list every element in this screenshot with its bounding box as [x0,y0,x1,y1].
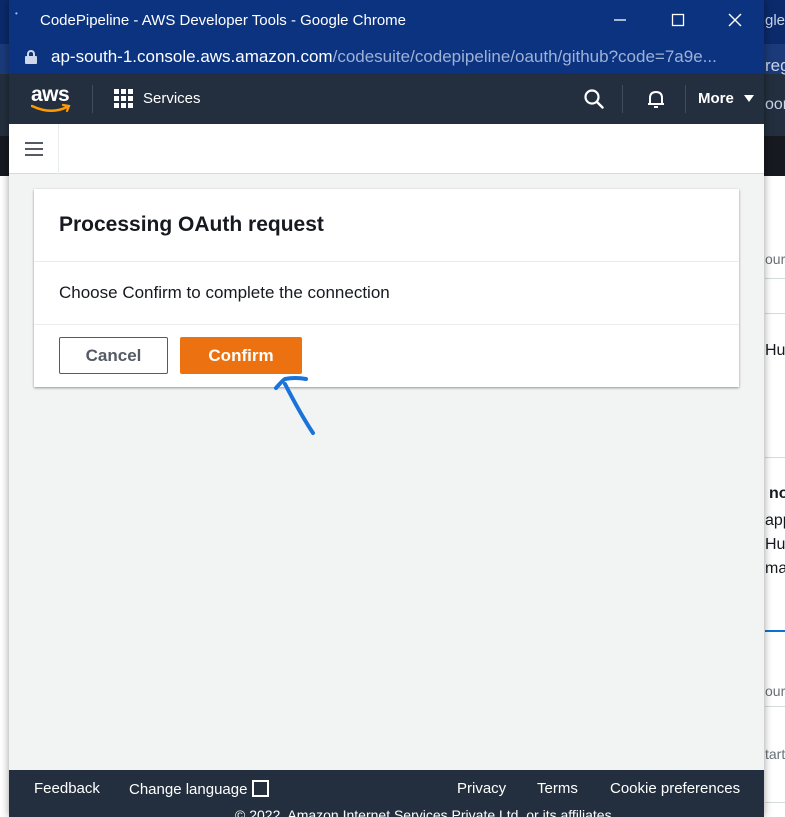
more-menu[interactable]: More [698,73,754,124]
services-label: Services [143,90,201,107]
chrome-window: • CodePipeline - AWS Developer Tools - G… [9,0,764,817]
aws-smile-icon [31,103,71,112]
url-host: ap-south-1.console.aws.amazon.com [51,46,333,66]
search-icon [584,88,604,109]
annotation-arrow-icon [274,376,315,435]
terms-link[interactable]: Terms [537,780,578,797]
background-text: ma [765,560,785,577]
hamburger-icon [24,141,43,156]
window-title: CodePipeline - AWS Developer Tools - Goo… [40,11,407,29]
maximize-button[interactable] [649,0,707,40]
services-menu[interactable]: Services [114,73,201,124]
console-footer: Feedback Change language Privacy Terms C… [9,770,764,817]
more-label: More [698,90,734,107]
aws-logo[interactable]: aws [31,83,73,115]
background-text: no [769,485,785,502]
external-link-icon [252,780,270,797]
nav-divider [685,84,686,113]
background-text: our [765,683,785,699]
change-language-label: Change language [129,781,248,798]
background-text: our [765,251,785,267]
background-text: gle [765,12,785,29]
lock-icon[interactable] [25,49,37,64]
window-titlebar: • CodePipeline - AWS Developer Tools - G… [9,0,764,40]
side-nav-toggle[interactable] [9,123,59,174]
services-grid-icon [114,89,133,108]
minimize-button[interactable] [591,0,649,40]
background-text: app [765,512,785,529]
cookie-preferences-link[interactable]: Cookie preferences [610,780,740,797]
address-bar[interactable]: ap-south-1.console.aws.amazon.com/codesu… [9,40,764,73]
privacy-link[interactable]: Privacy [457,780,506,797]
background-text: tart [765,746,785,762]
dialog-footer: Cancel Confirm [34,325,739,387]
maximize-icon [671,13,685,27]
dialog-message: Choose Confirm to complete the connectio… [34,262,739,325]
background-divider [765,278,785,279]
nav-divider [92,84,93,113]
background-divider [765,313,785,314]
favicon-icon: • [15,9,18,18]
background-text: Hu [765,342,785,359]
dialog-header: Processing OAuth request [34,189,739,262]
close-icon [728,13,742,27]
cancel-button[interactable]: Cancel [59,337,168,374]
minimize-icon [614,19,626,21]
background-text: Hub [765,536,785,553]
console-subbar [9,123,764,174]
url-path: /codesuite/codepipeline/oauth/github?cod… [332,46,717,66]
background-text: reg [765,56,785,75]
dialog-title: Processing OAuth request [59,213,324,236]
caret-down-icon [743,95,754,102]
copyright-text: © 2022, Amazon Internet Services Private… [235,807,616,817]
background-divider [765,457,785,458]
change-language-link[interactable]: Change language [129,780,270,798]
aws-top-nav: aws Services More [9,73,764,124]
background-divider [765,802,785,803]
oauth-dialog: Processing OAuth request Choose Confirm … [34,189,739,387]
nav-divider [622,84,623,113]
bell-icon [648,90,664,108]
confirm-button[interactable]: Confirm [180,337,302,374]
background-divider [765,706,785,707]
background-divider [765,630,785,632]
search-button[interactable] [581,73,607,124]
url-text[interactable]: ap-south-1.console.aws.amazon.com/codesu… [51,47,717,67]
close-button[interactable] [706,0,764,40]
background-text: oon [765,96,785,113]
feedback-link[interactable]: Feedback [34,780,100,797]
notifications-button[interactable] [643,73,669,124]
